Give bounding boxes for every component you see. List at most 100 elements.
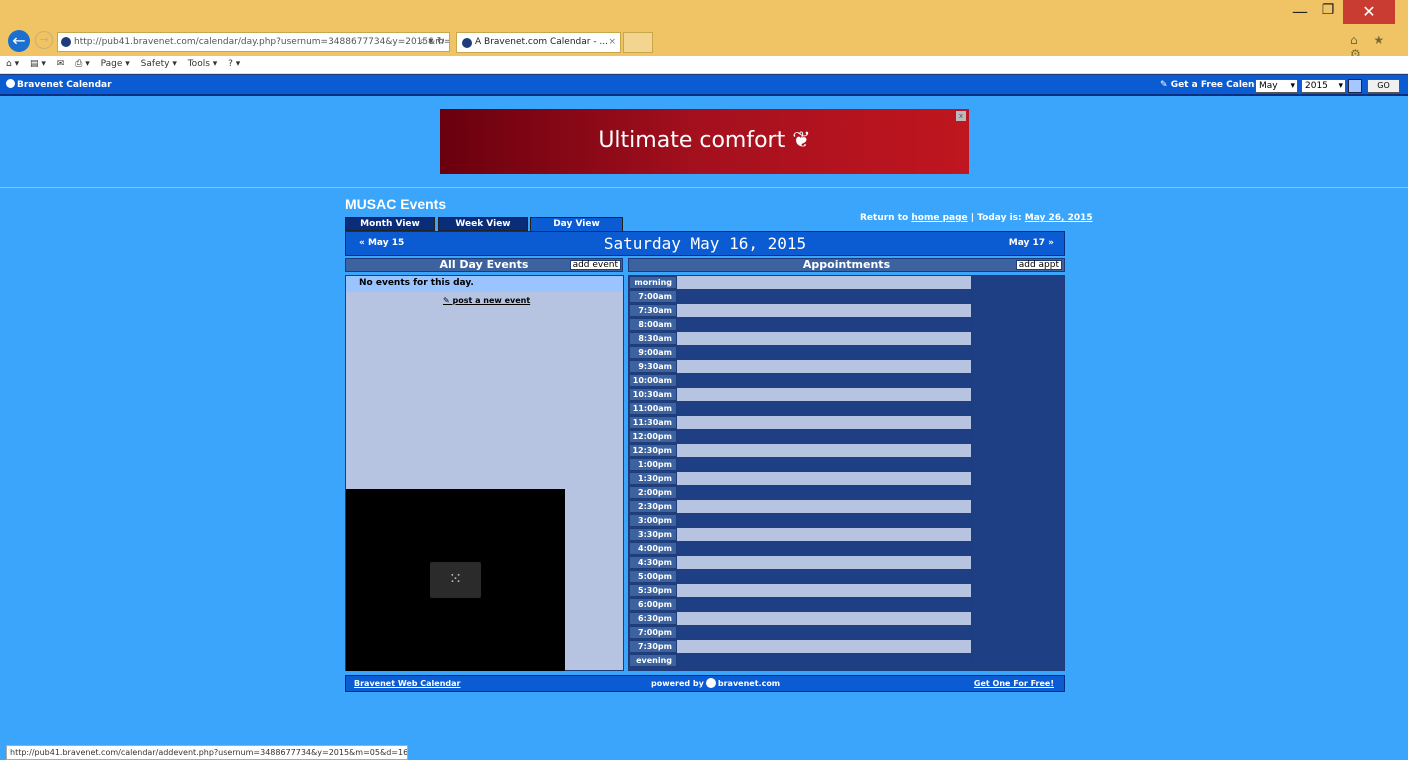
mail-icon[interactable]: ✉ [57, 59, 65, 69]
feather-icon: ❦ [785, 128, 811, 153]
appointment-slot[interactable] [677, 472, 972, 485]
add-appt-button[interactable]: add appt [1015, 260, 1062, 270]
tab-close-icon[interactable]: × [608, 33, 616, 52]
browser-tab[interactable]: A Bravenet.com Calendar - ... × [456, 32, 621, 53]
arrow-right-icon: → [39, 33, 49, 46]
appointment-slot[interactable] [677, 430, 972, 443]
calendar-grid-icon[interactable] [1348, 79, 1362, 93]
tab-week-view[interactable]: Week View [438, 217, 528, 231]
no-events-message: No events for this day. [346, 276, 623, 292]
time-label: 6:00pm [629, 598, 677, 611]
appointment-slot[interactable] [677, 640, 972, 653]
pencil-icon: ✎ [443, 296, 453, 305]
brand-label: Bravenet Calendar [17, 80, 112, 90]
appointment-slot[interactable] [677, 598, 972, 611]
address-controls[interactable]: ⌕ ▾ ↻ [420, 33, 445, 51]
time-slot-row: 7:00pm [629, 626, 1064, 640]
appointment-slot[interactable] [677, 360, 972, 373]
new-tab-button[interactable] [623, 32, 653, 53]
time-slot-row: 8:00am [629, 318, 1064, 332]
bravenet-calendar-link[interactable]: Bravenet Web Calendar [354, 676, 461, 691]
get-one-free-link[interactable]: Get One For Free! [974, 676, 1054, 691]
appointment-slot[interactable] [677, 416, 972, 429]
next-day-link[interactable]: May 17 » [1009, 238, 1054, 248]
today-link[interactable]: May 26, 2015 [1025, 213, 1093, 223]
appointment-slot[interactable] [677, 332, 972, 345]
appointment-slot[interactable] [677, 276, 972, 289]
feeds-menu[interactable]: ▤ ▾ [30, 59, 46, 69]
print-menu[interactable]: ⎙ ▾ [75, 59, 90, 69]
help-menu[interactable]: ? ▾ [228, 59, 240, 69]
appointment-slot[interactable] [677, 402, 972, 415]
powered-site[interactable]: bravenet.com [718, 679, 780, 688]
tools-menu[interactable]: Tools ▾ [188, 59, 218, 69]
forward-button[interactable]: → [35, 31, 53, 49]
appointment-slot[interactable] [677, 612, 972, 625]
appointment-slot[interactable] [677, 444, 972, 457]
time-slot-row: 12:00pm [629, 430, 1064, 444]
minimize-button[interactable]: — [1288, 2, 1312, 24]
site-icon [61, 37, 71, 47]
post-new-event-link[interactable]: ✎ post a new event [443, 296, 530, 305]
brand[interactable]: Bravenet Calendar [6, 75, 112, 95]
top-links: Return to home page | Today is: May 26, … [860, 213, 1093, 223]
go-button[interactable]: GO [1367, 79, 1400, 93]
appointment-slot[interactable] [677, 304, 972, 317]
command-bar: ⌂ ▾ ▤ ▾ ✉ ⎙ ▾ Page ▾ Safety ▾ Tools ▾ ? … [0, 56, 1408, 74]
home-page-link[interactable]: home page [911, 213, 967, 223]
date-navigation: Saturday May 16, 2015 « May 15 May 17 » [345, 231, 1065, 256]
appointment-slot[interactable] [677, 486, 972, 499]
ad-close-icon[interactable]: x [956, 111, 966, 121]
safety-menu[interactable]: Safety ▾ [141, 59, 177, 69]
month-select[interactable]: May ▾ [1255, 79, 1298, 93]
time-label: 7:30pm [629, 640, 677, 653]
current-date: Saturday May 16, 2015 [603, 234, 807, 253]
appointment-slot[interactable] [677, 556, 972, 569]
time-label: 4:00pm [629, 542, 677, 555]
address-text: http://pub41.bravenet.com/calendar/day.p… [74, 37, 450, 47]
time-label: 4:30pm [629, 556, 677, 569]
appointment-slot[interactable] [677, 626, 972, 639]
time-slot-row: 3:30pm [629, 528, 1064, 542]
back-button[interactable]: ← [8, 30, 30, 52]
appointment-slot[interactable] [677, 374, 972, 387]
time-slot-row: 11:30am [629, 416, 1064, 430]
year-select[interactable]: 2015 ▾ [1301, 79, 1346, 93]
appointment-slot[interactable] [677, 542, 972, 555]
page-menu[interactable]: Page ▾ [101, 59, 130, 69]
tab-month-view[interactable]: Month View [345, 217, 435, 231]
appointment-slot[interactable] [677, 290, 972, 303]
appointment-slot[interactable] [677, 458, 972, 471]
home-menu[interactable]: ⌂ ▾ [6, 59, 19, 69]
time-slot-row: 7:00am [629, 290, 1064, 304]
address-bar[interactable]: http://pub41.bravenet.com/calendar/day.p… [57, 32, 450, 52]
video-player[interactable]: ⁙ [346, 489, 565, 671]
appointment-slot[interactable] [677, 570, 972, 583]
appointment-slot[interactable] [677, 528, 972, 541]
time-slot-row: 6:30pm [629, 612, 1064, 626]
tab-title: A Bravenet.com Calendar - ... [475, 37, 609, 47]
restore-button[interactable]: ❐ [1316, 2, 1340, 24]
tab-day-view[interactable]: Day View [530, 217, 623, 231]
close-window-button[interactable]: ✕ [1343, 0, 1395, 24]
appointment-slot[interactable] [677, 500, 972, 513]
time-label: 7:00pm [629, 626, 677, 639]
appointment-slot[interactable] [677, 514, 972, 527]
time-slot-row: 4:00pm [629, 542, 1064, 556]
appointment-slot[interactable] [677, 318, 972, 331]
all-day-header: All Day Events add event [345, 258, 623, 272]
time-slot-row: 7:30am [629, 304, 1064, 318]
time-slot-row: 1:00pm [629, 458, 1064, 472]
appointment-slot[interactable] [677, 388, 972, 401]
prev-day-link[interactable]: « May 15 [359, 238, 404, 248]
add-event-button[interactable]: add event [569, 260, 621, 270]
time-slot-row: 4:30pm [629, 556, 1064, 570]
all-day-title: All Day Events [439, 258, 529, 271]
appointment-slot[interactable] [677, 584, 972, 597]
appointment-slot[interactable] [677, 346, 972, 359]
time-label: 8:00am [629, 318, 677, 331]
appointment-slot[interactable] [677, 654, 972, 667]
time-label: 11:30am [629, 416, 677, 429]
chevron-down-icon: ▾ [1290, 81, 1295, 91]
advertisement-banner[interactable]: Ultimate comfort ❦ x [440, 109, 969, 174]
